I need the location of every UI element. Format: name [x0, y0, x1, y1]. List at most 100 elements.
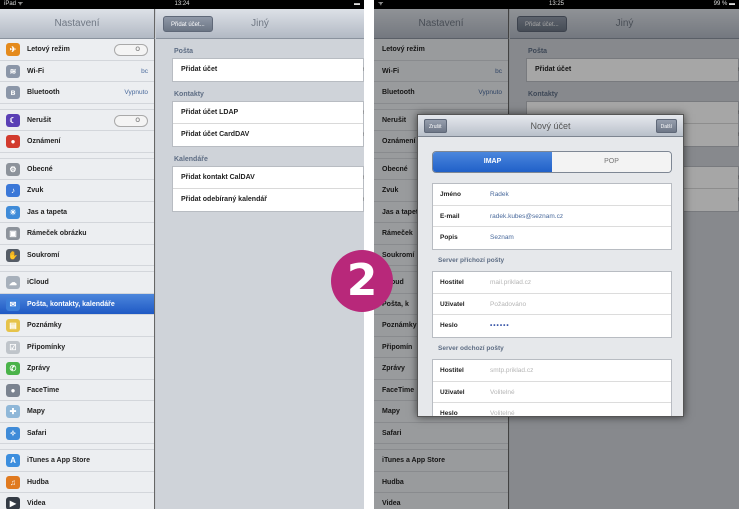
sidebar-item-posta-kontakty-kalendare[interactable]: ✉ Pošta, kontakty, kalendáře: [0, 293, 154, 315]
detail-navbar: Přidat účet... Jiný: [156, 9, 364, 39]
list-item-pridat-ucet-carddav[interactable]: Přidat účet CardDAV ›: [173, 124, 364, 146]
protocol-segmented-control: IMAP POP: [432, 151, 672, 173]
mail-icon: ✉: [6, 297, 20, 311]
back-button[interactable]: Přidat účet...: [163, 16, 213, 32]
next-button[interactable]: Další: [655, 119, 677, 133]
sidebar-item-letovy-rezim[interactable]: ✈ Letový režim O: [0, 39, 154, 61]
incoming-host-field[interactable]: Hostitel mail.priklad.cz: [433, 272, 671, 294]
new-account-modal: Zrušit Nový účet Další IMAP POP Jméno Rad…: [417, 114, 684, 417]
sidebar-item-label: Rámeček obrázku: [27, 230, 87, 237]
sidebar-item-label: Bluetooth: [27, 89, 60, 96]
section-group: Přidat kontakt CalDAV›Přidat odebíraný k…: [172, 166, 364, 212]
battery-icon: ▬: [354, 1, 360, 7]
list-item-pridat-odebirany-kalendar[interactable]: Přidat odebíraný kalendář ›: [173, 189, 364, 211]
sidebar-item-value: bc: [141, 67, 148, 75]
sidebar-item-jas-a-tapeta[interactable]: ☀ Jas a tapeta: [0, 202, 154, 223]
list-item-pridat-ucet[interactable]: Přidat účet ›: [173, 59, 364, 81]
list-item-pridat-kontakt-caldav[interactable]: Přidat kontakt CalDAV ›: [173, 167, 364, 189]
sidebar-item-ramecek-obrazku[interactable]: ▣ Rámeček obrázku: [0, 223, 154, 245]
modal-title: Nový účet: [530, 121, 571, 131]
reminders-icon: ☑: [6, 340, 20, 354]
sidebar-item-label: Poznámky: [27, 322, 62, 329]
sidebar-item-safari[interactable]: ✧ Safari: [0, 423, 154, 444]
clock: 13:25: [548, 1, 564, 7]
status-bar: iPad ᯤ 13:24 ▬: [0, 0, 364, 9]
brightness-icon: ☀: [6, 205, 20, 219]
section-header: Kontakty: [174, 91, 204, 98]
music-icon: ♫: [6, 475, 20, 489]
sidebar-item-nerusit[interactable]: ☾ Nerušit O: [0, 110, 154, 131]
account-info-group: Jméno Radek E-mail radek.kubes@seznam.cz P…: [432, 183, 672, 250]
sidebar-item-poznamky[interactable]: ▤ Poznámky: [0, 315, 154, 337]
sidebar-item-label: Soukromí: [27, 251, 60, 259]
modal-navbar: Zrušit Nový účet Další: [418, 115, 683, 137]
sidebar-item-label: Videa: [27, 500, 46, 507]
sidebar-item-mapy[interactable]: ✚ Mapy: [0, 401, 154, 423]
maps-icon: ✚: [6, 405, 20, 418]
master-navbar: Nastavení: [0, 9, 155, 39]
cancel-button[interactable]: Zrušit: [424, 119, 447, 133]
sidebar-item-label: Pošta, kontakty, kalendáře: [27, 300, 115, 308]
description-field[interactable]: Popis Seznam: [433, 227, 671, 249]
sidebar-item-hudba[interactable]: ♫ Hudba: [0, 472, 154, 493]
sidebar-item-facetime[interactable]: ● FaceTime: [0, 380, 154, 401]
sidebar-item-soukromi[interactable]: ✋ Soukromí: [0, 245, 154, 266]
toggle-switch[interactable]: O: [114, 114, 148, 127]
gear-icon: ⚙: [6, 162, 20, 176]
sidebar-item-obecne[interactable]: ⚙ Obecné: [0, 159, 154, 180]
sidebar-item-value: Vypnuto: [124, 89, 148, 96]
notifications-icon: ●: [6, 135, 20, 148]
status-bar: ᯤ 13:25 99 % ▬: [374, 0, 739, 9]
sidebar-item-itunes-a-app-store[interactable]: AiTunes a App Store: [0, 450, 154, 472]
sidebar-item-zpravy[interactable]: ✆ Zprávy: [0, 358, 154, 380]
sidebar-item-label: Oznámení: [27, 138, 61, 145]
sidebar-item-label: Zvuk: [27, 187, 44, 194]
pop-tab[interactable]: POP: [552, 152, 671, 172]
outgoing-host-field[interactable]: Hostitel smtp.priklad.cz: [433, 360, 671, 382]
sidebar-item-label: Obecné: [27, 165, 53, 173]
wifi-icon: ≋: [6, 64, 20, 78]
sidebar-item-wi-fi[interactable]: ≋ Wi-Fi bc: [0, 61, 154, 82]
name-field[interactable]: Jméno Radek: [433, 184, 671, 206]
dim-overlay-nav: [374, 9, 739, 39]
cloud-icon: ☁: [6, 276, 20, 289]
airplane-icon: ✈: [6, 43, 20, 56]
outgoing-server-header: Server odchozí pošty: [438, 345, 504, 352]
master-title: Nastavení: [54, 18, 100, 29]
imap-tab[interactable]: IMAP: [433, 152, 552, 172]
sidebar-item-label: Mapy: [27, 408, 45, 415]
incoming-server-header: Server příchozí pošty: [438, 257, 505, 264]
sidebar-item-label: Nerušit: [27, 116, 52, 124]
sidebar-item-label: iCloud: [27, 279, 49, 286]
list-item-label: Přidat účet CardDAV: [181, 131, 250, 138]
sidebar-item-zvuk[interactable]: ♪ Zvuk: [0, 180, 154, 202]
clock: 13:24: [174, 1, 190, 7]
toggle-switch[interactable]: O: [114, 44, 148, 56]
sidebar-item-label: FaceTime: [27, 386, 60, 394]
sidebar-item-pripominky[interactable]: ☑ Připomínky: [0, 337, 154, 358]
sidebar-item-label: Hudba: [27, 478, 49, 486]
app-store-icon: A: [6, 454, 20, 467]
sidebar-item-videa[interactable]: ▶ Videa: [0, 493, 154, 509]
facetime-icon: ●: [6, 383, 20, 397]
sidebar-item-oznameni[interactable]: ● Oznámení: [0, 131, 154, 153]
list-item-label: Přidat odebíraný kalendář: [181, 196, 267, 203]
sidebar-item-label: Jas a tapeta: [27, 208, 68, 216]
sidebar-item-icloud[interactable]: ☁ iCloud: [0, 272, 154, 294]
list-item-pridat-ucet-ldap[interactable]: Přidat účet LDAP ›: [173, 102, 364, 124]
sidebar-item-bluetooth[interactable]: ʙ Bluetooth Vypnuto: [0, 82, 154, 104]
chevron-right-icon: ›: [363, 124, 364, 146]
detail-title: Jiný: [251, 18, 269, 29]
battery-icon: 99 % ▬: [713, 1, 735, 7]
outgoing-user-field[interactable]: Uživatel Volitelné: [433, 382, 671, 403]
list-item-label: Přidat kontakt CalDAV: [181, 174, 255, 181]
notes-icon: ▤: [6, 319, 20, 332]
email-field[interactable]: E-mail radek.kubes@seznam.cz: [433, 206, 671, 227]
chevron-right-icon: ›: [363, 102, 364, 124]
chevron-right-icon: ›: [363, 167, 364, 189]
incoming-password-field[interactable]: Heslo ••••••: [433, 315, 671, 337]
incoming-user-field[interactable]: Uživatel Požadováno: [433, 294, 671, 315]
sidebar-item-label: Zprávy: [27, 365, 50, 372]
outgoing-server-group: Hostitel smtp.priklad.cz Uživatel Voliteln…: [432, 359, 672, 416]
outgoing-password-field[interactable]: Heslo Volitelné: [433, 403, 671, 416]
